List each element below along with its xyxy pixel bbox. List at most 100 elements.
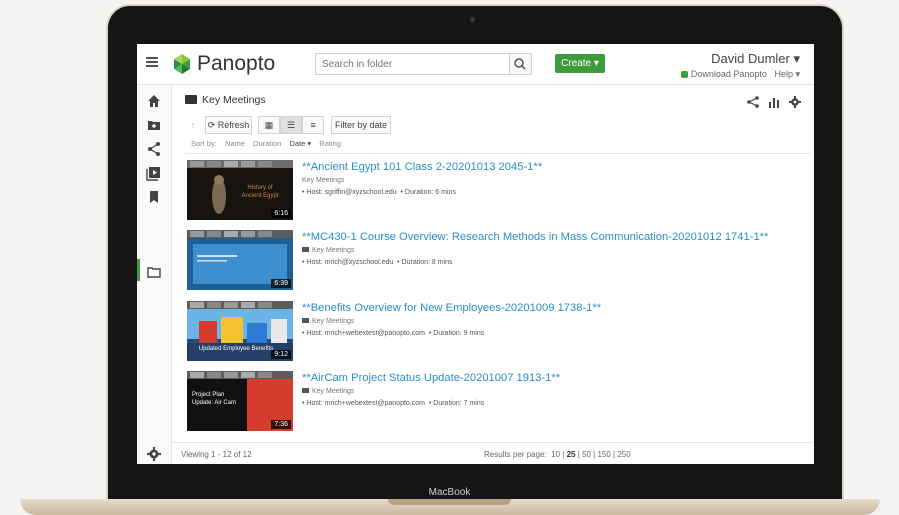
session-meta: • Host: mrich+webextest@panopto.com • Du…: [302, 330, 484, 337]
session-thumbnail[interactable]: Project Plan Update: Air Cam 7:36: [187, 371, 293, 431]
sort-rating[interactable]: Rating: [319, 139, 341, 148]
folder-icon[interactable]: [145, 263, 163, 281]
sidebar-active-indicator: [137, 259, 140, 281]
folder-small-icon: [302, 318, 309, 323]
page-size-option-selected[interactable]: 25: [567, 450, 576, 459]
user-menu[interactable]: David Dumler ▾: [711, 51, 800, 67]
top-bar: Panopto Create ▾ David Dumler ▾ Download…: [137, 44, 814, 85]
sort-prefix: Sort by:: [191, 139, 217, 148]
download-label: Download Panopto: [690, 69, 767, 79]
logo-text: Panopto: [197, 52, 276, 75]
session-row[interactable]: History of Ancient Egypt 6:16 **Ancient …: [187, 160, 807, 222]
detail-view-icon: ☰: [286, 120, 296, 130]
sort-bar: Sort by: Name Duration Date ▾ Rating: [191, 139, 347, 148]
create-label: Create: [561, 58, 592, 69]
device-label: MacBook: [428, 487, 471, 498]
session-folder-label: Key Meetings: [312, 247, 355, 254]
session-meta: • Host: sgriffin@xyzschool.edu • Duratio…: [302, 189, 456, 196]
stats-icon[interactable]: [767, 95, 781, 109]
folder-small-icon: [302, 388, 309, 393]
thumbnail-duration: 6:16: [271, 209, 291, 218]
session-thumbnail[interactable]: 6:39: [187, 230, 293, 290]
session-duration: • Duration: 7 mins: [428, 400, 485, 407]
session-host: • Host: mrich+webextest@panopto.com: [302, 400, 425, 407]
panopto-logo-icon: [174, 54, 190, 74]
results-per-page: Results per page: 10 | 25 | 50 | 150 | 2…: [484, 450, 631, 459]
session-host: • Host: mrich+webextest@panopto.com: [302, 330, 425, 337]
filter-by-date-button[interactable]: Filter by date: [331, 116, 391, 134]
viewing-count: Viewing 1 - 12 of 12: [181, 450, 252, 459]
download-panopto-link[interactable]: Download Panopto: [680, 69, 767, 79]
up-arrow-icon[interactable]: ↑: [185, 116, 201, 134]
detail-view-button[interactable]: ☰: [280, 116, 302, 134]
sidebar: [137, 85, 172, 464]
camera-icon: [470, 17, 475, 22]
results-per-page-label: Results per page:: [484, 450, 547, 459]
session-folder-label: Key Meetings: [312, 318, 355, 325]
session-title[interactable]: **MC430-1 Course Overview: Research Meth…: [302, 231, 768, 243]
session-folder-label: Key Meetings: [312, 388, 355, 395]
thumbnail-caption: Project Plan Update: Air Cam: [192, 392, 237, 406]
list-footer: Viewing 1 - 12 of 12 Results per page: 1…: [172, 442, 814, 464]
folder-settings-icon[interactable]: [788, 95, 802, 109]
session-folder[interactable]: Key Meetings: [302, 388, 354, 395]
refresh-button[interactable]: ⟳ Refresh: [205, 116, 252, 134]
user-links: Download Panopto Help ▾: [680, 69, 800, 80]
folder-filled-icon: [185, 95, 197, 104]
gear-icon[interactable]: [145, 445, 163, 463]
thumbnail-duration: 6:39: [271, 279, 291, 288]
session-host: • Host: mrich@xyzschool.edu: [302, 259, 394, 266]
home-icon[interactable]: [145, 92, 163, 110]
session-title[interactable]: **Benefits Overview for New Employees-20…: [302, 302, 601, 314]
sort-name[interactable]: Name: [225, 139, 245, 148]
session-thumbnail[interactable]: History of Ancient Egypt 6:16: [187, 160, 293, 220]
session-folder[interactable]: Key Meetings: [302, 177, 344, 184]
search-button[interactable]: [509, 53, 532, 75]
share-icon[interactable]: [145, 140, 163, 158]
help-label: Help: [774, 69, 793, 79]
session-duration: • Duration: 6 mins: [400, 189, 456, 196]
main-content: Key Meetings ↑ ⟳ Refresh ▦ ☰ ≡ Filter by…: [172, 85, 814, 464]
video-library-icon[interactable]: [145, 164, 163, 182]
laptop-notch: [388, 499, 511, 505]
session-duration: • Duration: 9 mins: [428, 330, 485, 337]
refresh-icon: ⟳: [207, 120, 216, 130]
session-title[interactable]: **Ancient Egypt 101 Class 2-20201013 204…: [302, 161, 542, 173]
user-name: David Dumler: [711, 51, 790, 66]
search-box: [315, 53, 513, 75]
share-folder-icon[interactable]: [746, 95, 760, 109]
session-row[interactable]: 6:39 **MC430-1 Course Overview: Research…: [187, 230, 807, 292]
folder-small-icon: [302, 247, 309, 252]
bookmark-icon[interactable]: [145, 188, 163, 206]
thumbnail-duration: 7:36: [271, 420, 291, 429]
session-duration: • Duration: 8 mins: [397, 259, 453, 266]
search-input[interactable]: [316, 55, 508, 74]
session-row[interactable]: Project Plan Update: Air Cam 7:36 **AirC…: [187, 371, 807, 433]
list-divider: [185, 153, 811, 154]
session-row[interactable]: Updated Employee Benefits 9:12 **Benefit…: [187, 301, 807, 363]
page-size-option[interactable]: 150: [597, 450, 610, 459]
folder-title: Key Meetings: [202, 94, 266, 106]
list-view-button[interactable]: ≡: [302, 116, 324, 134]
page-size-option[interactable]: 250: [617, 450, 630, 459]
folder-plus-icon[interactable]: [145, 116, 163, 134]
panopto-small-icon: [680, 71, 688, 78]
page-size-option[interactable]: 10: [551, 450, 560, 459]
folder-actions: [746, 95, 804, 109]
session-folder[interactable]: Key Meetings: [302, 318, 354, 325]
refresh-label: Refresh: [217, 120, 250, 130]
page-size-option[interactable]: 50: [582, 450, 591, 459]
session-thumbnail[interactable]: Updated Employee Benefits 9:12: [187, 301, 293, 361]
menu-icon[interactable]: [146, 57, 158, 67]
session-title[interactable]: **AirCam Project Status Update-20201007 …: [302, 372, 560, 384]
thumbnail-caption: Updated Employee Benefits: [198, 346, 274, 352]
grid-view-button[interactable]: ▦: [258, 116, 280, 134]
sort-duration[interactable]: Duration: [253, 139, 281, 148]
thumbnail-caption: History of Ancient Egypt: [241, 185, 279, 199]
sort-date[interactable]: Date ▾: [290, 139, 312, 148]
session-meta: • Host: mrich@xyzschool.edu • Duration: …: [302, 259, 453, 266]
panopto-screen: Panopto Create ▾ David Dumler ▾ Download…: [137, 44, 814, 464]
session-folder[interactable]: Key Meetings: [302, 247, 354, 254]
create-button[interactable]: Create ▾: [555, 54, 605, 73]
help-menu[interactable]: Help ▾: [774, 69, 800, 79]
